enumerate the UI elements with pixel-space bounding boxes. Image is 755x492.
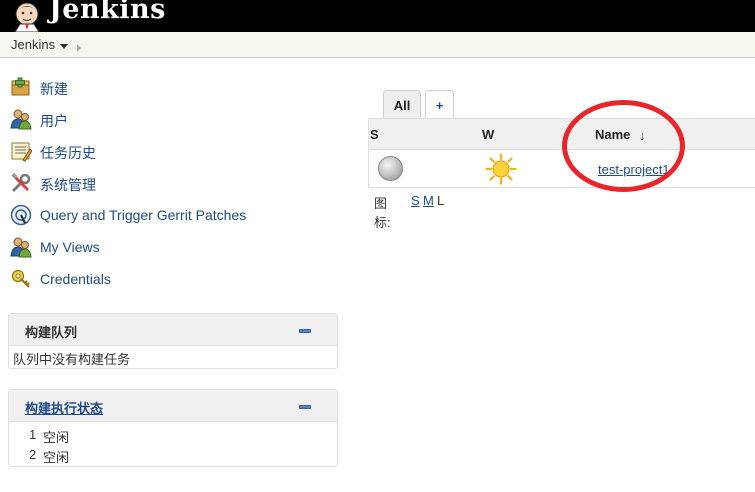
sidebar-task-label: Query and Trigger Gerrit Patches	[40, 207, 247, 223]
sunny-icon	[485, 153, 517, 185]
executors-pane: 构建执行状态 1 空闲 2 空闲	[8, 389, 338, 467]
breadcrumb-separator-icon	[77, 44, 81, 52]
executors-title-link[interactable]: 构建执行状态	[25, 398, 103, 417]
icon-size-large: L	[437, 193, 445, 208]
sidebar-task-label: 新建	[40, 81, 68, 97]
grey-ball-icon	[378, 156, 403, 181]
build-queue-title: 构建队列	[25, 325, 78, 340]
top-header: Jenkins	[0, 0, 755, 32]
project-link[interactable]: test-project1	[598, 162, 670, 177]
table-header-row: S W Name ↓	[369, 119, 755, 150]
executor-number: 2	[29, 447, 37, 462]
sort-descending-icon: ↓	[639, 128, 646, 143]
sidebar-task-label: My Views	[40, 239, 100, 255]
projects-table: S W Name ↓ test-project1	[368, 118, 755, 188]
chevron-down-icon[interactable]	[60, 44, 68, 49]
my-views-icon	[10, 237, 32, 258]
tab-add-view[interactable]: +	[425, 90, 454, 120]
new-item-icon	[11, 77, 30, 96]
executor-row: 2 空闲	[9, 444, 337, 465]
build-queue-empty-message: 队列中没有构建任务	[13, 352, 131, 367]
app-title[interactable]: Jenkins	[49, 0, 166, 25]
sidebar-task-label: 用户	[40, 113, 68, 129]
jenkins-logo-icon[interactable]	[10, 0, 44, 32]
tab-all[interactable]: All	[383, 90, 421, 120]
executor-status: 空闲	[43, 450, 70, 465]
breadcrumb-root[interactable]: Jenkins	[11, 37, 55, 52]
manage-jenkins-icon	[11, 172, 31, 193]
executor-number: 1	[29, 427, 37, 442]
icon-size-label: 图标:	[374, 196, 391, 230]
gerrit-icon	[10, 204, 32, 226]
column-header-status[interactable]: S	[370, 127, 379, 142]
collapse-icon[interactable]	[299, 329, 311, 333]
sidebar-task-label: 系统管理	[40, 177, 96, 193]
executor-row: 1 空闲	[9, 424, 337, 445]
sidebar-task-label: Credentials	[40, 271, 111, 287]
column-header-name[interactable]: Name	[595, 127, 630, 142]
build-history-icon	[11, 142, 32, 162]
column-header-weather[interactable]: W	[482, 127, 494, 142]
collapse-icon[interactable]	[299, 405, 311, 409]
users-icon	[10, 109, 32, 130]
breadcrumb: Jenkins	[0, 32, 755, 58]
icon-size-small[interactable]: S	[411, 193, 420, 208]
icon-size-medium[interactable]: M	[423, 193, 434, 208]
build-queue-header: 构建队列	[9, 314, 337, 346]
executors-header: 构建执行状态	[9, 390, 337, 422]
sidebar-task-label: 任务历史	[40, 145, 96, 161]
build-queue-pane: 构建队列 队列中没有构建任务	[8, 313, 338, 369]
build-queue-empty-row: 队列中没有构建任务	[9, 346, 337, 367]
credentials-icon	[11, 269, 30, 288]
